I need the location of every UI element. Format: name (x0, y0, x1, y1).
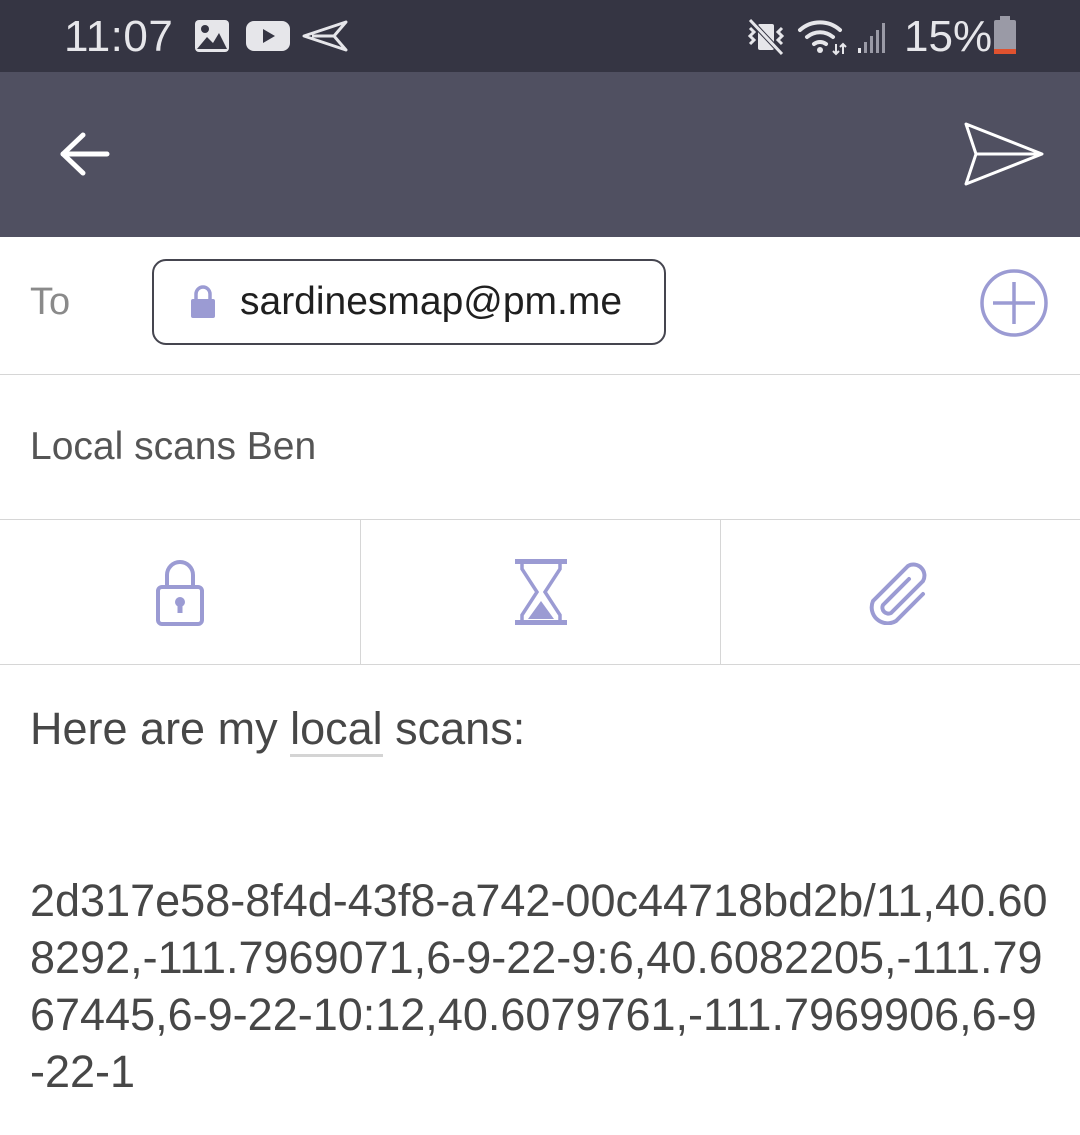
expiration-button[interactable] (360, 520, 720, 664)
subject-row: Local scans Ben (0, 375, 1080, 520)
spellcheck-underline: local (290, 703, 383, 757)
battery-icon (994, 16, 1016, 54)
send-icon (964, 122, 1044, 186)
status-time: 11:07 (64, 12, 174, 61)
lock-icon (191, 285, 215, 318)
vibrate-off-icon (747, 18, 785, 56)
body-greeting: Here are my local scans: (30, 700, 1050, 757)
arrow-left-icon (60, 132, 110, 176)
encryption-button[interactable] (0, 520, 360, 664)
hourglass-icon (514, 559, 567, 625)
to-row: To sardinesmap@pm.me (0, 237, 1080, 375)
battery-percent: 15% (904, 12, 993, 61)
paperclip-icon (869, 562, 926, 625)
scan-data: 2d317e58-8f4d-43f8-a742-00c44718bd2b/11,… (30, 875, 1048, 1097)
subject-input[interactable]: Local scans Ben (30, 425, 316, 469)
options-row (0, 520, 1080, 665)
app-bar (0, 72, 1080, 237)
lock-icon (156, 560, 204, 626)
to-label: To (30, 281, 71, 323)
recipient-email: sardinesmap@pm.me (240, 280, 623, 323)
send-icon (302, 20, 348, 52)
back-button[interactable] (44, 112, 126, 196)
add-recipient-button[interactable] (978, 267, 1050, 339)
recipient-chip[interactable]: sardinesmap@pm.me (152, 259, 666, 345)
send-button[interactable] (954, 112, 1054, 196)
gallery-icon (195, 20, 229, 52)
status-bar: 11:07 15% (0, 0, 1080, 72)
wifi-icon (798, 20, 847, 56)
attachment-button[interactable] (720, 520, 1080, 664)
youtube-icon (246, 21, 290, 51)
signal-icon (858, 23, 885, 53)
message-body[interactable]: Here are my local scans: 2d317e58-8f4d-4… (30, 700, 1050, 1100)
